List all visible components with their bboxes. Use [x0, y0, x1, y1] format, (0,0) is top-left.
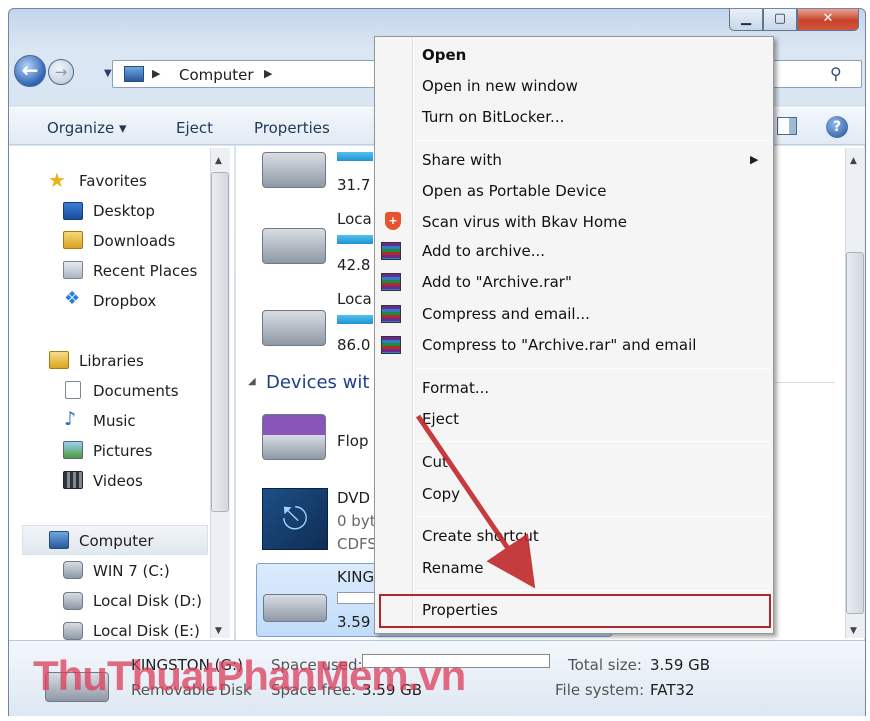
watermark-text: ThuThuatPhanMem.vn — [33, 652, 466, 699]
annotation-arrow — [415, 414, 536, 589]
